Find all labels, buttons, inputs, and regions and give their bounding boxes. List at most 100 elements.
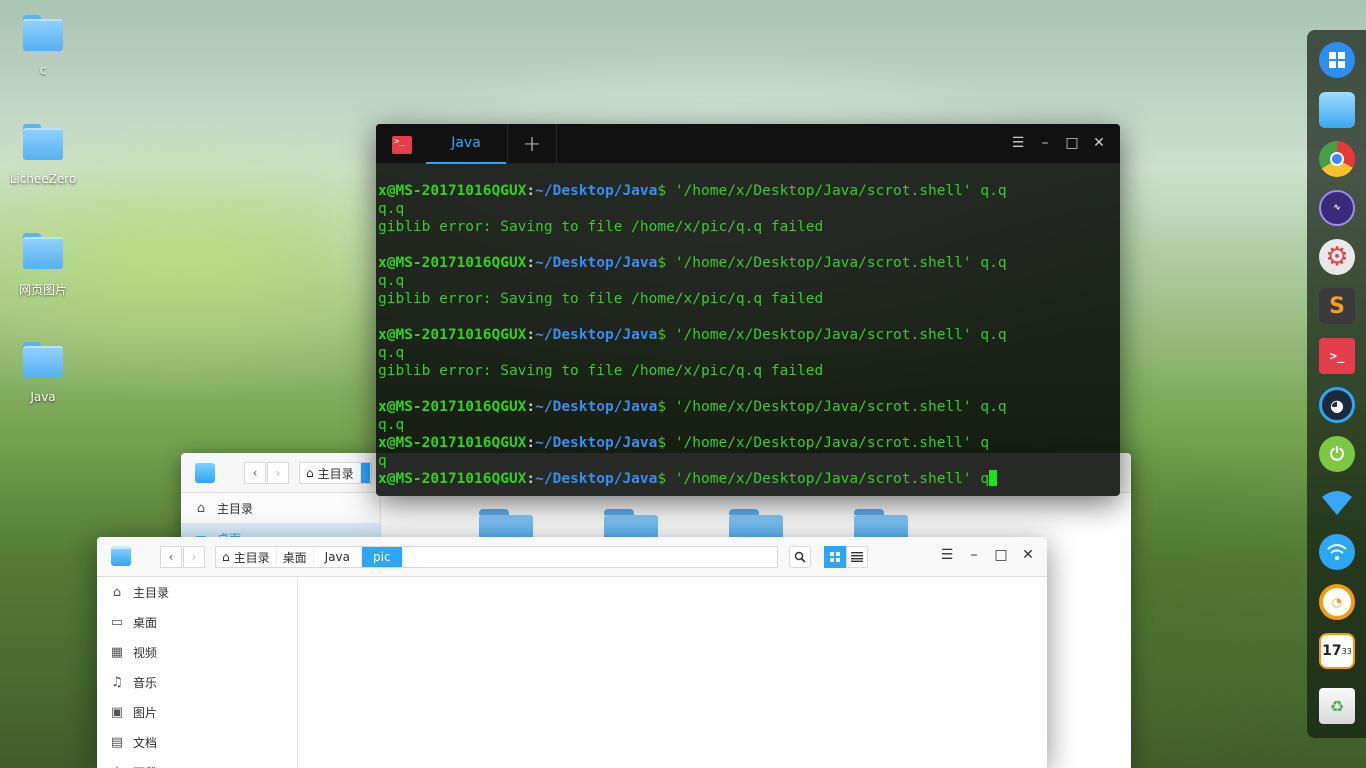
list-view-button[interactable]	[846, 546, 868, 568]
folder-icon[interactable]	[729, 509, 783, 539]
command-text: $ '/home/x/Desktop/Java/scrot.shell' q.q	[657, 183, 1007, 199]
desktop-icon-c[interactable]: c	[8, 15, 78, 77]
crumb-desktop[interactable]: 桌面	[277, 547, 314, 567]
desktop-icon-label: c	[39, 63, 47, 77]
prompt-user: x@MS-20171016QGUX	[378, 471, 527, 487]
folder-icon[interactable]	[604, 509, 658, 539]
titlebar[interactable]: ‹ › ⌂ 主目录 桌面 Java pic ☰ – □ ✕	[97, 537, 1047, 577]
folder-icon[interactable]	[479, 509, 533, 539]
crumb-active[interactable]	[360, 463, 371, 483]
file-manager-icon[interactable]	[1319, 92, 1355, 128]
search-icon	[794, 551, 806, 563]
close-button[interactable]: ✕	[1089, 135, 1109, 151]
folder-icon	[23, 233, 63, 269]
file-manager-window[interactable]: ‹ › ⌂ 主目录 桌面 Java pic ☰ – □ ✕ ⌂ 主目录 ▭ 桌面 ▦ 视…	[97, 537, 1047, 768]
cpu-monitor-icon[interactable]: ∿	[1319, 190, 1355, 226]
crumb-home[interactable]: ⌂ 主目录	[216, 547, 277, 567]
crumb-home[interactable]: ⌂ 主目录	[300, 463, 361, 483]
home-icon: ⌂	[196, 500, 206, 516]
sidebar-item-desktop[interactable]: ▭桌面	[97, 607, 297, 637]
sidebar-item-home[interactable]: ⌂ 主目录	[97, 577, 297, 607]
desktop-icon-licheezero[interactable]: LicheeZero	[8, 124, 78, 186]
maximize-button[interactable]: □	[991, 547, 1011, 563]
terminal-icon[interactable]: >_	[1319, 338, 1355, 374]
output-text: q.q	[378, 201, 405, 217]
desktop-icon-java[interactable]: Java	[8, 342, 78, 404]
document-icon: ▤	[110, 734, 124, 750]
file-manager-app-icon	[111, 546, 131, 566]
command-text: $ '/home/x/Desktop/Java/scrot.shell' q	[657, 435, 990, 451]
folder-icon	[23, 124, 63, 160]
minimize-button[interactable]: –	[964, 547, 984, 563]
sidebar-item-music[interactable]: ♫ 音乐	[97, 667, 297, 697]
chrome-icon[interactable]	[1319, 141, 1355, 177]
forward-button[interactable]: ›	[183, 546, 205, 568]
terminal-line: x@MS-20171016QGUX:~/Desktop/Java$ '/home…	[378, 254, 1120, 272]
prompt-path: ~/Desktop/Java	[535, 471, 658, 487]
home-icon: ⌂	[112, 584, 122, 600]
command-text: $ '/home/x/Desktop/Java/scrot.shell' q.q	[657, 255, 1007, 271]
clock-icon[interactable]: 17 33	[1319, 633, 1355, 669]
prompt-separator: :	[526, 399, 536, 415]
wifi-icon[interactable]	[1319, 485, 1355, 521]
download-icon: ↓	[109, 765, 125, 768]
titlebar[interactable]: >_ Java + ☰ – □ ✕	[376, 124, 1120, 164]
maximize-button[interactable]: □	[1062, 135, 1082, 151]
sidebar-item-documents[interactable]: ▤ 文档	[97, 727, 297, 757]
folder-icon[interactable]	[854, 509, 908, 539]
back-button[interactable]: ‹	[244, 462, 266, 484]
power-icon[interactable]: ⏻	[1319, 436, 1355, 472]
minimize-button[interactable]: –	[1035, 135, 1055, 151]
icon-view-button[interactable]	[824, 546, 846, 568]
sublime-text-icon[interactable]: S	[1319, 288, 1355, 324]
prompt-separator: :	[526, 471, 536, 487]
clock-min: 33	[1341, 646, 1352, 656]
terminal-line: giblib error: Saving to file /home/x/pic…	[378, 218, 1120, 236]
breadcrumb[interactable]: ⌂ 主目录 桌面 Java pic	[215, 546, 778, 568]
back-button[interactable]: ‹	[160, 546, 182, 568]
terminal-line: giblib error: Saving to file /home/x/pic…	[378, 290, 1120, 308]
sidebar: ⌂主目录 ▭桌面 ▦视频 ♫音乐 ▣图片 ▤文档 ↓下载	[97, 577, 298, 768]
settings-icon[interactable]: ⚙	[1319, 239, 1355, 275]
command-text: $ '/home/x/Desktop/Java/scrot.shell' q	[657, 471, 990, 487]
crumb-java[interactable]: Java	[314, 547, 363, 567]
terminal-line: x@MS-20171016QGUX:~/Desktop/Java$ '/home…	[378, 434, 1120, 452]
desktop-icon-label: 网页图片	[18, 283, 67, 297]
prompt-user: x@MS-20171016QGUX	[378, 435, 527, 451]
command-text: $ '/home/x/Desktop/Java/scrot.shell' q.q	[657, 399, 1007, 415]
menu-button[interactable]: ☰	[937, 547, 957, 563]
desktop-icon: ▭	[110, 614, 124, 630]
trash-icon[interactable]: ♻	[1319, 688, 1355, 724]
clock-hour: 17	[1322, 643, 1342, 659]
sidebar-item-videos[interactable]: ▦ 视频	[97, 637, 297, 667]
crumb-pic[interactable]: pic	[362, 547, 403, 567]
terminal-output[interactable]: x@MS-20171016QGUX:~/Desktop/Java$ '/home…	[378, 182, 1120, 488]
sidebar-item-home[interactable]: ⌂ 主目录	[181, 493, 380, 523]
launcher-icon[interactable]	[1319, 42, 1355, 78]
search-button[interactable]	[789, 546, 811, 568]
prompt-path: ~/Desktop/Java	[535, 399, 658, 415]
desktop-icon-web-images[interactable]: 网页图片	[8, 233, 78, 298]
prompt-path: ~/Desktop/Java	[535, 327, 658, 343]
new-tab-button[interactable]: +	[507, 124, 557, 164]
breadcrumb[interactable]: ⌂ 主目录	[299, 462, 372, 484]
music-icon[interactable]: ◔	[1319, 584, 1355, 620]
tab-java[interactable]: Java	[426, 124, 506, 164]
home-icon: ⌂	[306, 466, 314, 480]
output-text: giblib error: Saving to file /home/x/pic…	[378, 291, 824, 307]
dock: ∿ ⚙ S >_ ◕ ⏻ ◔ 17 33 ♻	[1307, 30, 1366, 738]
grid-icon	[829, 551, 840, 562]
network-icon[interactable]	[1319, 534, 1355, 570]
menu-button[interactable]: ☰	[1008, 135, 1028, 151]
qq-icon[interactable]: ◕	[1319, 387, 1355, 423]
output-text: giblib error: Saving to file /home/x/pic…	[378, 219, 824, 235]
sidebar-item-downloads[interactable]: ↓下载	[97, 757, 297, 768]
sidebar-item-pictures[interactable]: ▣ 图片	[97, 697, 297, 727]
forward-button[interactable]: ›	[267, 462, 289, 484]
close-button[interactable]: ✕	[1018, 547, 1038, 563]
terminal-window[interactable]: >_ Java + ☰ – □ ✕ x@MS-20171016QGUX:~/De…	[376, 124, 1120, 496]
text-cursor	[989, 470, 998, 486]
terminal-line: q.q	[378, 344, 1120, 362]
folder-icon	[23, 15, 63, 51]
